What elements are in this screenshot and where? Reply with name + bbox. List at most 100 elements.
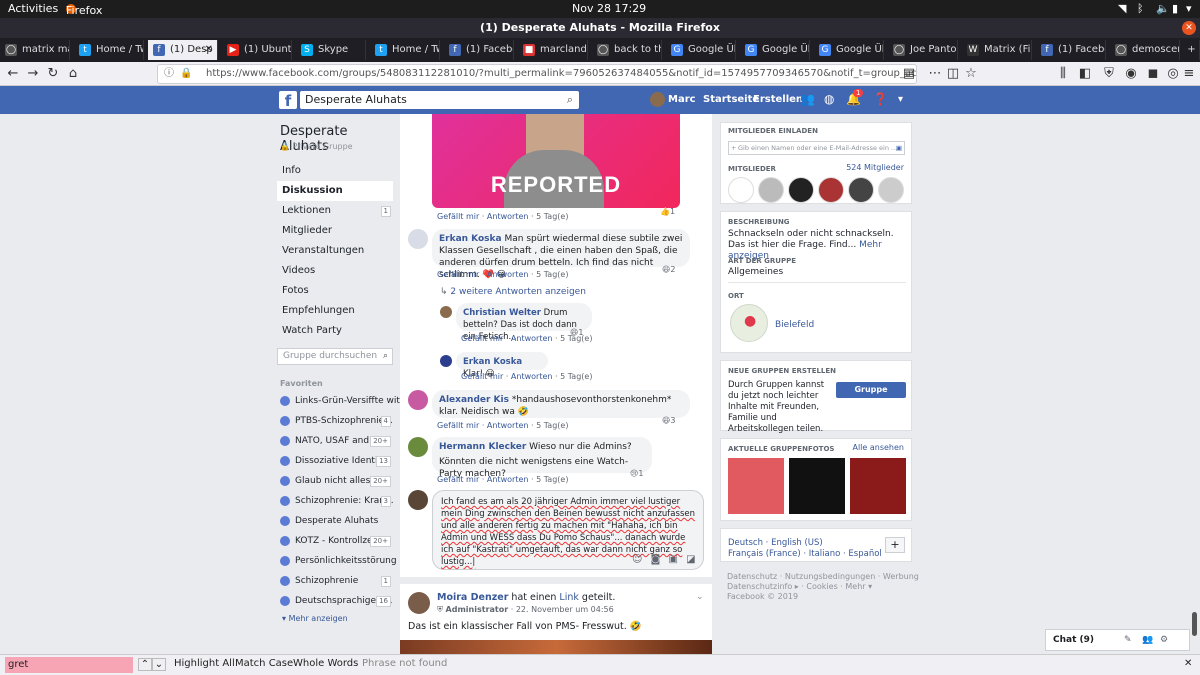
favorite-group-item[interactable]: Dissoziative Identit... 13 [277, 451, 393, 471]
tab[interactable]: ▶ (1) Ubuntu [222, 40, 292, 60]
find-previous-icon[interactable]: ⌃ [138, 658, 152, 671]
whole-words-toggle[interactable]: Whole Words [293, 658, 358, 669]
group-nav-item[interactable]: Mitglieder [277, 221, 393, 241]
emoji-icon[interactable]: ☺ [632, 554, 642, 565]
info-icon[interactable]: ⓘ [164, 65, 174, 83]
back-icon[interactable]: ← [4, 65, 22, 83]
extension-ublock-icon[interactable]: ⛨ [1100, 65, 1118, 83]
post-options-icon[interactable]: ⌄ [696, 592, 704, 602]
member-avatar[interactable] [878, 177, 904, 203]
url-bar[interactable]: ⓘ 🔒 https://www.facebook.com/groups/5480… [157, 64, 917, 84]
tab[interactable]: t Home / Twit [370, 40, 440, 60]
add-language-button[interactable]: + [885, 537, 905, 553]
tab[interactable]: ■ marclando [518, 40, 588, 60]
group-nav-item[interactable]: Empfehlungen [277, 301, 393, 321]
avatar[interactable] [408, 592, 430, 614]
member-avatar[interactable] [758, 177, 784, 203]
battery-icon[interactable]: ▮ [1172, 2, 1178, 15]
bluetooth-icon[interactable]: ᛒ [1137, 2, 1144, 15]
tab[interactable]: t Home / Twit [74, 40, 144, 60]
tab[interactable]: W Matrix (Filr [962, 40, 1032, 60]
clock[interactable]: Nov 28 17:29 [572, 2, 646, 15]
tab[interactable]: f (1) Desp ✕ [148, 40, 218, 60]
reaction-count[interactable]: 😆3 [662, 416, 675, 425]
help-icon[interactable]: ❓ [873, 92, 888, 106]
tab[interactable]: f (1) Faceboo [1036, 40, 1106, 60]
group-photo[interactable] [789, 458, 845, 514]
messenger-icon[interactable]: ◍ [824, 92, 834, 106]
avatar[interactable] [408, 229, 428, 249]
tab[interactable]: ◯ demoscene [1110, 40, 1180, 60]
group-search-input[interactable]: Gruppe durchsuchen ⌕ [277, 348, 393, 365]
reload-icon[interactable]: ↻ [44, 65, 62, 83]
group-nav-item[interactable]: Lektionen 1 [277, 201, 393, 221]
comment-author[interactable]: Hermann Klecker [439, 442, 526, 452]
like-link[interactable]: Gefällt mir [461, 372, 503, 381]
avatar[interactable] [440, 306, 452, 318]
chat-bar[interactable]: Chat (9) ✎ 👥 ⚙ [1045, 629, 1190, 651]
member-avatar[interactable] [848, 177, 874, 203]
like-link[interactable]: Gefällt mir [437, 270, 479, 279]
group-photo[interactable] [728, 458, 784, 514]
reaction-count[interactable]: 👍1 [660, 207, 675, 216]
reply-link[interactable]: Antworten [487, 421, 529, 430]
favorite-group-item[interactable]: Deutschsprachige L... 16 [277, 591, 393, 611]
group-nav-item[interactable]: Diskussion [277, 181, 393, 201]
gif-icon[interactable]: ▣ [669, 554, 678, 565]
reply-link[interactable]: Antworten [487, 212, 529, 221]
favorite-group-item[interactable]: Glaub nicht alles! 20+ [277, 471, 393, 491]
location-link[interactable]: Bielefeld [775, 320, 814, 331]
favorite-group-item[interactable]: NATO, USAF and CIA 20+ [277, 431, 393, 451]
favorite-group-item[interactable]: Desperate Aluhats [277, 511, 393, 531]
home-icon[interactable]: ⌂ [64, 65, 82, 83]
create-group-button[interactable]: Gruppe erstellen [836, 382, 906, 410]
scrollbar-thumb[interactable] [1192, 612, 1197, 636]
friend-requests-icon[interactable]: 👥 [800, 92, 815, 106]
close-find-bar-icon[interactable]: ✕ [1184, 658, 1192, 669]
volume-icon[interactable]: 🔈 [1156, 2, 1170, 15]
favorite-group-item[interactable]: Schizophrenie: Kran... 3 [277, 491, 394, 511]
tab[interactable]: G Google Übe [740, 40, 810, 60]
comment-author[interactable]: Alexander Kis [439, 395, 509, 405]
tab[interactable]: ◯ Joe Pantoli [888, 40, 958, 60]
search-icon[interactable]: ⌕ [567, 91, 573, 109]
favorite-group-item[interactable]: Schizophrenie 1 [277, 571, 393, 591]
pocket-icon[interactable]: ◫ [944, 65, 962, 83]
facebook-search-input[interactable]: Desperate Aluhats ⌕ [300, 91, 579, 109]
facebook-logo-icon[interactable]: f [279, 91, 297, 110]
compose-icon[interactable]: ✎ [1124, 630, 1132, 650]
bookmark-star-icon[interactable]: ☆ [962, 65, 980, 83]
reaction-count[interactable]: 😢1 [630, 469, 643, 478]
highlight-all-toggle[interactable]: Highlight All [174, 658, 235, 669]
like-link[interactable]: Gefällt mir [461, 334, 503, 343]
tab[interactable]: f (1) Faceboo [444, 40, 514, 60]
sidebar-icon[interactable]: ◧ [1076, 65, 1094, 83]
reply-link[interactable]: Antworten [487, 475, 529, 484]
power-menu-icon[interactable]: ▾ [1186, 2, 1192, 15]
user-avatar[interactable] [408, 490, 428, 510]
library-icon[interactable]: ⫼ [1054, 65, 1072, 83]
post-link[interactable]: Link [559, 592, 578, 603]
group-chat-icon[interactable]: 👥 [1142, 630, 1153, 650]
find-next-icon[interactable]: ⌄ [152, 658, 166, 671]
wifi-icon[interactable]: ◥ [1118, 2, 1126, 15]
map-thumbnail[interactable]: ● [730, 304, 768, 342]
home-link[interactable]: Startseite [703, 94, 759, 105]
sticker-icon[interactable]: ◪ [686, 554, 695, 565]
member-avatar[interactable] [728, 177, 754, 203]
member-avatar[interactable] [818, 177, 844, 203]
group-nav-item[interactable]: Fotos [277, 281, 393, 301]
like-link[interactable]: Gefällt mir [437, 212, 479, 221]
create-link[interactable]: Erstellen [753, 94, 803, 105]
post-author[interactable]: Moira Denzer [437, 592, 508, 603]
search-icon[interactable]: ⌕ [383, 349, 388, 364]
invite-input[interactable]: + Gib einen Namen oder eine E-Mail-Adres… [728, 141, 905, 155]
favorite-group-item[interactable]: KOTZ - Kontrollzen... 20+ [277, 531, 393, 551]
find-input[interactable]: gret [5, 657, 133, 673]
account-menu-icon[interactable]: ▾ [898, 94, 903, 105]
tab[interactable]: G Google Übe [814, 40, 884, 60]
tab[interactable]: ◯ back to the [592, 40, 662, 60]
language-current[interactable]: Deutsch · English (US) [728, 538, 823, 549]
like-link[interactable]: Gefällt mir [437, 475, 479, 484]
avatar[interactable] [408, 437, 428, 457]
